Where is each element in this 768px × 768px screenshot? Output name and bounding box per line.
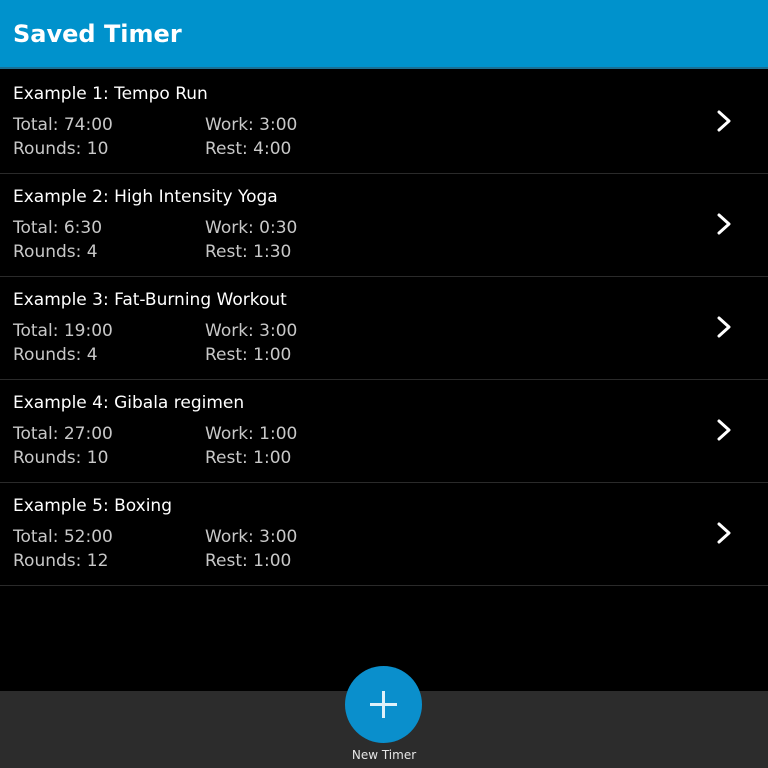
timer-rest: Rest: 4:00 xyxy=(205,139,292,159)
list-item[interactable]: Example 1: Tempo Run Total: 74:00 Rounds… xyxy=(0,71,768,174)
timer-total: Total: 52:00 xyxy=(13,527,113,547)
plus-icon xyxy=(370,691,397,718)
timer-list: Example 1: Tempo Run Total: 74:00 Rounds… xyxy=(0,71,768,586)
timer-work: Work: 1:00 xyxy=(205,424,298,444)
timer-total: Total: 74:00 xyxy=(13,115,113,135)
list-item[interactable]: Example 2: High Intensity Yoga Total: 6:… xyxy=(0,174,768,277)
chevron-right-icon[interactable] xyxy=(714,418,734,442)
timer-total: Total: 19:00 xyxy=(13,321,113,341)
timer-rounds: Rounds: 10 xyxy=(13,448,109,468)
timer-rounds: Rounds: 4 xyxy=(13,345,98,365)
timer-name: Example 3: Fat-Burning Workout xyxy=(13,290,287,310)
timer-rounds: Rounds: 12 xyxy=(13,551,109,571)
chevron-right-icon[interactable] xyxy=(714,109,734,133)
app-window: Saved Timer Example 1: Tempo Run Total: … xyxy=(0,0,768,768)
timer-rest: Rest: 1:00 xyxy=(205,448,292,468)
new-timer-button[interactable] xyxy=(345,666,422,743)
list-item[interactable]: Example 5: Boxing Total: 52:00 Rounds: 1… xyxy=(0,483,768,586)
list-item[interactable]: Example 3: Fat-Burning Workout Total: 19… xyxy=(0,277,768,380)
chevron-right-icon[interactable] xyxy=(714,212,734,236)
title-bar: Saved Timer xyxy=(0,0,768,69)
timer-rounds: Rounds: 4 xyxy=(13,242,98,262)
chevron-right-icon[interactable] xyxy=(714,315,734,339)
timer-rest: Rest: 1:30 xyxy=(205,242,292,262)
timer-work: Work: 3:00 xyxy=(205,115,298,135)
timer-work: Work: 3:00 xyxy=(205,527,298,547)
list-item[interactable]: Example 4: Gibala regimen Total: 27:00 R… xyxy=(0,380,768,483)
timer-name: Example 1: Tempo Run xyxy=(13,84,208,104)
timer-rest: Rest: 1:00 xyxy=(205,345,292,365)
timer-total: Total: 27:00 xyxy=(13,424,113,444)
timer-total: Total: 6:30 xyxy=(13,218,103,238)
timer-name: Example 4: Gibala regimen xyxy=(13,393,245,413)
timer-rest: Rest: 1:00 xyxy=(205,551,292,571)
timer-name: Example 2: High Intensity Yoga xyxy=(13,187,278,207)
page-title: Saved Timer xyxy=(13,20,182,48)
timer-rounds: Rounds: 10 xyxy=(13,139,109,159)
timer-work: Work: 0:30 xyxy=(205,218,298,238)
new-timer-label[interactable]: New Timer xyxy=(284,747,484,763)
timer-name: Example 5: Boxing xyxy=(13,496,172,516)
timer-work: Work: 3:00 xyxy=(205,321,298,341)
chevron-right-icon[interactable] xyxy=(714,521,734,545)
